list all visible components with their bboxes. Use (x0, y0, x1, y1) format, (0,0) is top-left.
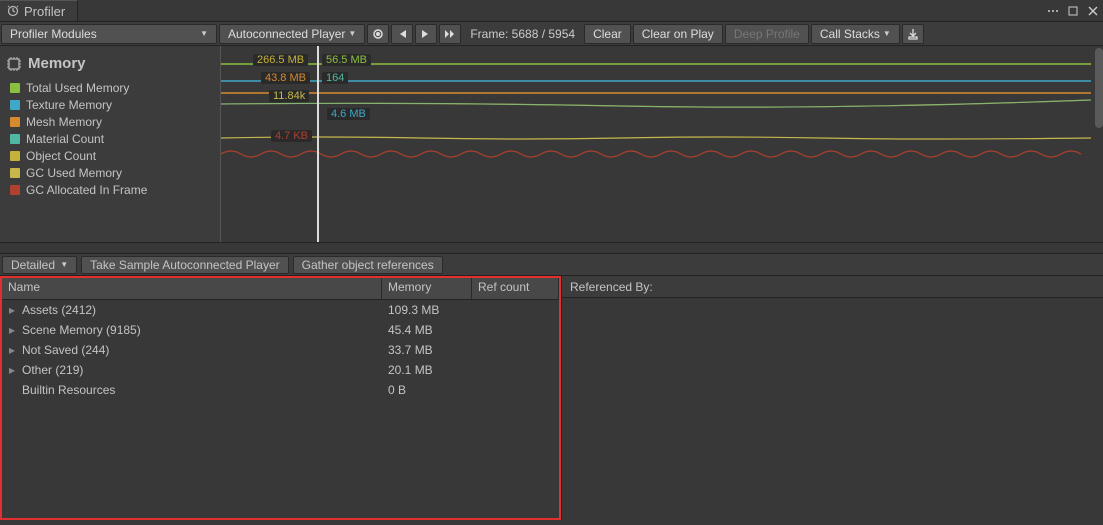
legend-item[interactable]: Texture Memory (10, 96, 220, 113)
chart-label: 164 (322, 72, 348, 84)
close-icon[interactable] (1085, 3, 1101, 19)
horizontal-splitter[interactable] (0, 242, 1103, 254)
target-label: Autoconnected Player (228, 27, 345, 41)
playhead[interactable] (317, 46, 319, 242)
legend-label: Material Count (26, 132, 104, 146)
legend: Total Used Memory Texture Memory Mesh Memo… (0, 75, 220, 198)
prev-frame-button[interactable] (391, 24, 413, 44)
chevron-down-icon: ▼ (200, 29, 208, 38)
title-bar: Profiler (0, 0, 1103, 22)
legend-label: Mesh Memory (26, 115, 102, 129)
legend-swatch (10, 168, 20, 178)
load-button[interactable] (902, 24, 924, 44)
expand-icon[interactable]: ▸ (2, 303, 22, 317)
call-stacks-dropdown[interactable]: Call Stacks▼ (811, 24, 900, 44)
row-memory: 33.7 MB (382, 343, 472, 357)
legend-label: Total Used Memory (26, 81, 129, 95)
chart-area[interactable]: 266.5 MB 56.5 MB 43.8 MB 164 11.84k 4.6 … (220, 46, 1103, 242)
legend-item[interactable]: GC Allocated In Frame (10, 181, 220, 198)
chevron-down-icon: ▼ (348, 29, 356, 38)
row-memory: 20.1 MB (382, 363, 472, 377)
module-header[interactable]: Memory (0, 52, 220, 75)
col-memory[interactable]: Memory (382, 278, 472, 299)
chart-lines (221, 46, 1091, 242)
window-title: Profiler (24, 4, 65, 19)
frame-counter: Frame: 5688 / 5954 (462, 27, 583, 41)
legend-item[interactable]: Total Used Memory (10, 79, 220, 96)
table-row[interactable]: ▸Other (219)20.1 MB (2, 360, 559, 380)
legend-item[interactable]: Object Count (10, 147, 220, 164)
chart-label: 11.84k (269, 90, 309, 102)
take-sample-button[interactable]: Take Sample Autoconnected Player (81, 256, 288, 274)
next-frame-button[interactable] (415, 24, 437, 44)
table-row[interactable]: Builtin Resources0 B (2, 380, 559, 400)
maximize-icon[interactable] (1065, 3, 1081, 19)
table-row[interactable]: ▸Assets (2412)109.3 MB (2, 300, 559, 320)
module-sidebar: Memory Total Used Memory Texture Memory Me… (0, 46, 220, 242)
legend-swatch (10, 100, 20, 110)
vertical-scrollbar[interactable] (1095, 48, 1103, 128)
referenced-by-panel: Referenced By: (561, 276, 1103, 520)
main-toolbar: Profiler Modules▼ Autoconnected Player▼ … (0, 22, 1103, 46)
column-headers: Name Memory Ref count (2, 278, 559, 300)
row-name: Builtin Resources (22, 383, 382, 397)
table-row[interactable]: ▸Scene Memory (9185)45.4 MB (2, 320, 559, 340)
referenced-by-header: Referenced By: (562, 276, 1103, 298)
clear-button[interactable]: Clear (584, 24, 631, 44)
window-tab[interactable]: Profiler (0, 0, 78, 21)
tree-rows: ▸Assets (2412)109.3 MB▸Scene Memory (918… (2, 300, 559, 518)
gather-refs-button[interactable]: Gather object references (293, 256, 443, 274)
legend-label: GC Allocated In Frame (26, 183, 147, 197)
chart-label: 4.6 MB (327, 108, 370, 120)
chart-label: 43.8 MB (261, 72, 310, 84)
row-memory: 45.4 MB (382, 323, 472, 337)
detail-mode-dropdown[interactable]: Detailed ▼ (2, 256, 77, 274)
row-name: Not Saved (244) (22, 343, 382, 357)
memory-icon (6, 56, 22, 72)
legend-swatch (10, 117, 20, 127)
record-button[interactable] (367, 24, 389, 44)
row-name: Assets (2412) (22, 303, 382, 317)
legend-swatch (10, 185, 20, 195)
chart-label: 56.5 MB (322, 54, 371, 66)
current-frame-button[interactable] (439, 24, 461, 44)
row-memory: 0 B (382, 383, 472, 397)
row-name: Scene Memory (9185) (22, 323, 382, 337)
legend-item[interactable]: GC Used Memory (10, 164, 220, 181)
legend-swatch (10, 151, 20, 161)
table-row[interactable]: ▸Not Saved (244)33.7 MB (2, 340, 559, 360)
legend-item[interactable]: Material Count (10, 130, 220, 147)
chevron-down-icon: ▼ (883, 29, 891, 38)
module-name: Memory (28, 55, 86, 72)
expand-icon[interactable]: ▸ (2, 363, 22, 377)
expand-icon[interactable]: ▸ (2, 343, 22, 357)
clear-on-play-button[interactable]: Clear on Play (633, 24, 723, 44)
chart-label: 266.5 MB (253, 54, 308, 66)
detail-toolbar: Detailed ▼ Take Sample Autoconnected Pla… (0, 254, 1103, 276)
row-name: Other (219) (22, 363, 382, 377)
legend-swatch (10, 134, 20, 144)
profiler-icon (6, 4, 20, 18)
memory-tree-panel: Name Memory Ref count ▸Assets (2412)109.… (0, 276, 561, 520)
legend-swatch (10, 83, 20, 93)
target-dropdown[interactable]: Autoconnected Player▼ (219, 24, 365, 44)
legend-item[interactable]: Mesh Memory (10, 113, 220, 130)
row-memory: 109.3 MB (382, 303, 472, 317)
chart-label: 4.7 KB (271, 130, 312, 142)
legend-label: Object Count (26, 149, 96, 163)
col-refcount[interactable]: Ref count (472, 278, 559, 299)
profiler-modules-label: Profiler Modules (10, 27, 97, 41)
legend-label: Texture Memory (26, 98, 112, 112)
chevron-down-icon: ▼ (58, 260, 68, 269)
expand-icon[interactable]: ▸ (2, 323, 22, 337)
deep-profile-button[interactable]: Deep Profile (725, 24, 809, 44)
context-menu-icon[interactable] (1045, 3, 1061, 19)
profiler-modules-dropdown[interactable]: Profiler Modules ▼ (1, 24, 217, 44)
legend-label: GC Used Memory (26, 166, 122, 180)
col-name[interactable]: Name (2, 278, 382, 299)
